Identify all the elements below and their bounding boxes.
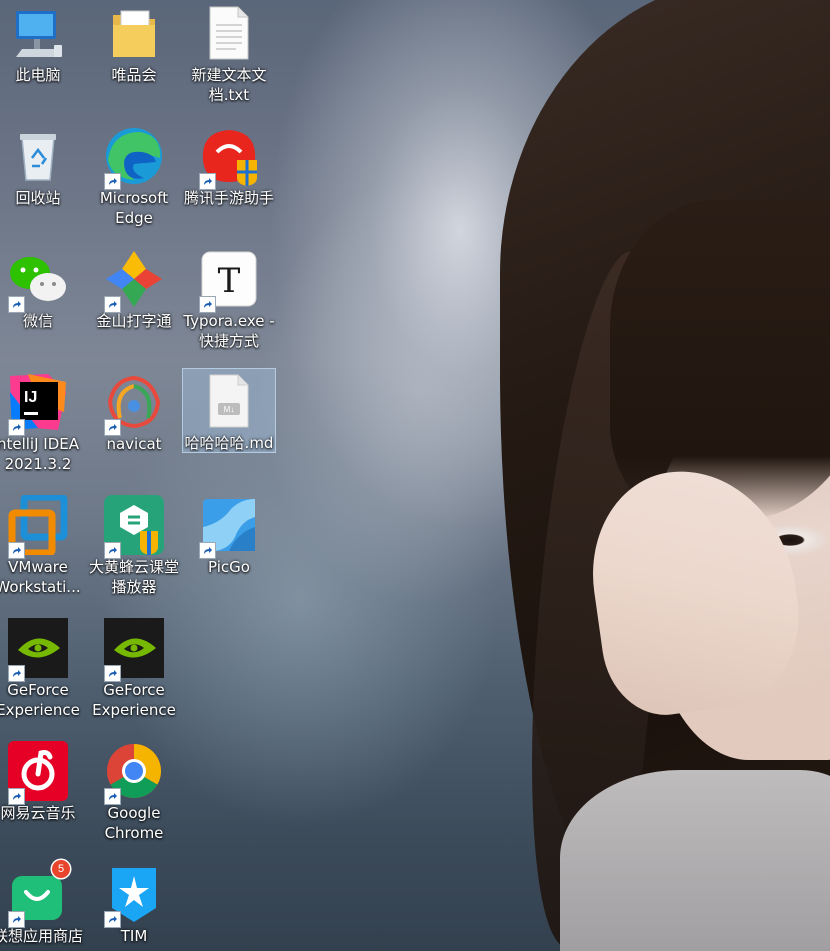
edge-icon: [104, 126, 164, 190]
desktop-icon-label: PicGo: [208, 558, 250, 576]
shortcut-arrow-icon: [8, 788, 25, 805]
shortcut-arrow-icon: [199, 542, 216, 559]
lenovo-app-store-icon: 5: [8, 860, 70, 928]
desktop-icon-label: GeForce Experience: [0, 681, 80, 719]
desktop-icon-markdown-file[interactable]: M↓ 哈哈哈哈.md: [182, 368, 276, 453]
shortcut-arrow-icon: [8, 296, 25, 313]
desktop-icon-label: 哈哈哈哈.md: [184, 433, 274, 452]
wallpaper-face: [650, 400, 830, 760]
desktop-icon-label: GeForce Experience: [92, 681, 176, 719]
desktop-icon-kingsoft-typing[interactable]: 金山打字通: [88, 246, 180, 331]
desktop[interactable]: 此电脑 回收站 微信 IJ ntelliJ IDEA 2021.3.2 VMwa…: [0, 0, 830, 951]
notification-badge: 5: [52, 860, 70, 878]
desktop-icon-label: Google Chrome: [104, 804, 164, 842]
shortcut-arrow-icon: [199, 296, 216, 313]
picgo-icon: [199, 495, 259, 559]
wallpaper-hand: [579, 457, 811, 723]
desktop-icon-label: 大黄蜂云课堂 播放器: [88, 558, 179, 596]
shortcut-arrow-icon: [104, 296, 121, 313]
desktop-icon-label: 联想应用商店: [0, 927, 83, 945]
desktop-icon-label: 此电脑: [15, 66, 61, 84]
desktop-icon-label: TIM: [120, 927, 148, 945]
desktop-icon-lenovo-app-store[interactable]: 5 联想应用商店: [0, 860, 84, 946]
desktop-icon-picgo[interactable]: PicGo: [183, 492, 275, 577]
desktop-icon-label: Microsoft Edge: [99, 189, 169, 227]
folder-icon: [104, 3, 164, 63]
recycle-bin-icon: [8, 126, 68, 186]
dahuangfeng-player-icon: [104, 495, 164, 559]
netease-music-icon: [8, 741, 68, 805]
desktop-icon-google-chrome[interactable]: Google Chrome: [88, 738, 180, 843]
chrome-icon: [104, 741, 164, 805]
wallpaper-eye: [755, 522, 830, 558]
desktop-icon-new-text-file[interactable]: 新建文本文 档.txt: [183, 0, 275, 105]
desktop-icon-label: 腾讯手游助手: [183, 189, 274, 207]
desktop-icon-this-pc[interactable]: 此电脑: [0, 0, 84, 85]
markdown-file-icon: M↓: [199, 372, 259, 431]
desktop-icon-microsoft-edge[interactable]: Microsoft Edge: [88, 123, 180, 228]
shortcut-arrow-icon: [199, 173, 216, 190]
tencent-game-assistant-icon: [199, 126, 259, 190]
desktop-icon-label: ntelliJ IDEA 2021.3.2: [0, 435, 80, 473]
tim-icon: [104, 864, 164, 928]
desktop-icon-intellij-idea[interactable]: IJ ntelliJ IDEA 2021.3.2: [0, 369, 84, 474]
desktop-icon-vipshop-folder[interactable]: 唯品会: [88, 0, 180, 85]
desktop-icon-label: 网易云音乐: [0, 804, 76, 822]
desktop-icon-label: Typora.exe - 快捷方式: [183, 312, 275, 350]
shortcut-arrow-icon: [8, 542, 25, 559]
desktop-icon-vmware[interactable]: VMware Workstati...: [0, 492, 84, 597]
wallpaper-hair-strand: [503, 245, 697, 951]
desktop-icon-navicat[interactable]: navicat: [88, 369, 180, 454]
shortcut-arrow-icon: [104, 419, 121, 436]
desktop-icon-geforce-experience-2[interactable]: GeForce Experience: [88, 615, 180, 720]
navicat-icon: [104, 372, 164, 436]
desktop-icon-label: 回收站: [15, 189, 61, 207]
nvidia-geforce-icon: [8, 618, 68, 682]
desktop-icon-geforce-experience-1[interactable]: GeForce Experience: [0, 615, 84, 720]
desktop-icon-recycle-bin[interactable]: 回收站: [0, 123, 84, 208]
wallpaper-bangs: [610, 200, 830, 520]
svg-text:T: T: [218, 261, 241, 301]
desktop-icon-typora[interactable]: T Typora.exe - 快捷方式: [183, 246, 275, 351]
wechat-icon: [8, 249, 68, 313]
desktop-icon-label: 唯品会: [111, 66, 157, 84]
nvidia-geforce-icon: [104, 618, 164, 682]
wallpaper-sweater: [560, 770, 830, 951]
wallpaper-hair: [500, 0, 830, 951]
desktop-icon-label: 微信: [22, 312, 53, 330]
svg-text:IJ: IJ: [24, 389, 37, 406]
typora-icon: T: [199, 249, 259, 313]
text-file-icon: [199, 3, 259, 63]
shortcut-arrow-icon: [8, 419, 25, 436]
desktop-icon-label: 金山打字通: [96, 312, 172, 330]
shortcut-arrow-icon: [104, 173, 121, 190]
shortcut-arrow-icon: [8, 911, 25, 928]
desktop-icon-wechat[interactable]: 微信: [0, 246, 84, 331]
desktop-icon-label: VMware Workstati...: [0, 558, 81, 596]
shortcut-arrow-icon: [8, 665, 25, 682]
desktop-icon-label: 新建文本文 档.txt: [191, 66, 267, 104]
shortcut-arrow-icon: [104, 911, 121, 928]
kingsoft-typing-icon: [104, 249, 164, 313]
shortcut-arrow-icon: [104, 665, 121, 682]
desktop-icon-tim[interactable]: TIM: [88, 861, 180, 946]
shortcut-arrow-icon: [104, 788, 121, 805]
desktop-icon-dahuangfeng-player[interactable]: 大黄蜂云课堂 播放器: [88, 492, 180, 597]
vmware-icon: [8, 495, 68, 559]
desktop-icon-tencent-game-assistant[interactable]: 腾讯手游助手: [183, 123, 275, 208]
svg-text:M↓: M↓: [224, 405, 235, 414]
shortcut-arrow-icon: [104, 542, 121, 559]
intellij-idea-icon: IJ: [8, 372, 68, 436]
desktop-icon-netease-music[interactable]: 网易云音乐: [0, 738, 84, 823]
computer-icon: [8, 3, 68, 63]
desktop-icon-label: navicat: [106, 435, 162, 453]
